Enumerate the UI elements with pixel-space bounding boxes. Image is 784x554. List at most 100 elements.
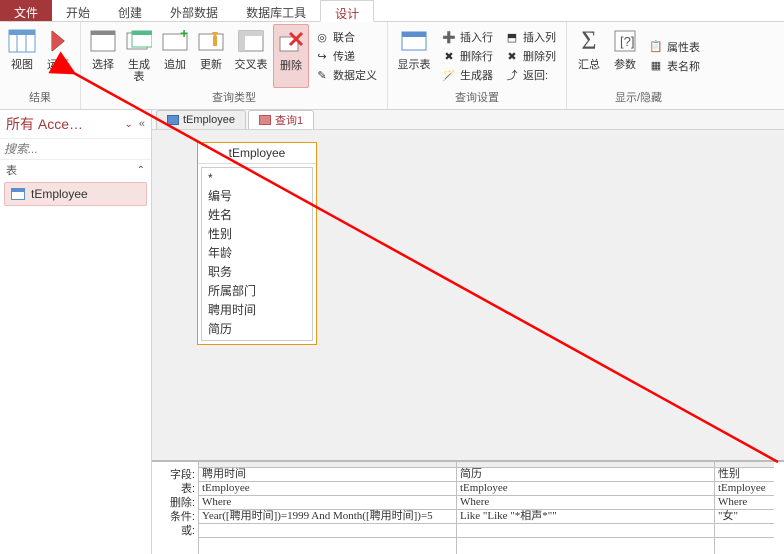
row-label-field: 字段:	[152, 468, 198, 482]
document-tabs: tEmployee 查询1	[152, 110, 784, 130]
svg-text:+: +	[180, 30, 188, 41]
group-qsetup-label: 查询设置	[392, 88, 562, 107]
run-label: 运行	[47, 59, 69, 71]
passthrough-button[interactable]: ↪传递	[315, 48, 377, 64]
tab-home[interactable]: 开始	[52, 0, 104, 21]
ribbon-tabs: 文件 开始 创建 外部数据 数据库工具 设计	[0, 0, 784, 22]
cell-table[interactable]: tEmployee	[457, 482, 714, 496]
tab-dbtools[interactable]: 数据库工具	[232, 0, 320, 21]
deletecol-button[interactable]: ✖删除列	[505, 48, 556, 64]
propsheet-icon: 📋	[649, 40, 663, 54]
builder-button[interactable]: 🪄生成器	[442, 67, 493, 83]
showtable-button[interactable]: 显示表	[392, 24, 436, 88]
crosstab-button[interactable]: 交叉表	[229, 24, 273, 88]
cell-criteria[interactable]: Year([聘用时间])=1999 And Month([聘用时间])=5	[199, 510, 456, 524]
tab-create[interactable]: 创建	[104, 0, 156, 21]
deleterow-icon: ✖	[442, 49, 456, 63]
tab-design[interactable]: 设计	[320, 0, 374, 22]
delete-icon	[276, 27, 306, 57]
cell-table[interactable]: tEmployee	[715, 482, 774, 496]
doc-tab-query1[interactable]: 查询1	[248, 110, 314, 129]
cell-field[interactable]: 性别	[715, 468, 774, 482]
grid-col-1[interactable]: 聘用时间 tEmployee Where Year([聘用时间])=1999 A…	[198, 462, 456, 554]
field-item[interactable]: 编号	[202, 186, 312, 205]
group-results: 视图 运行 结果	[0, 22, 81, 109]
cell-delete[interactable]: Where	[715, 496, 774, 510]
field-item[interactable]: 简历	[202, 319, 312, 338]
deleterow-button[interactable]: ✖删除行	[442, 48, 493, 64]
update-icon	[196, 26, 226, 56]
view-button[interactable]: 视图	[4, 24, 40, 88]
row-label-delete: 删除:	[152, 496, 198, 510]
cell-field[interactable]: 简历	[457, 468, 714, 482]
cell-or[interactable]	[715, 524, 774, 538]
crosstab-icon	[236, 26, 266, 56]
field-item[interactable]: 年龄	[202, 243, 312, 262]
field-item[interactable]: 姓名	[202, 205, 312, 224]
doc-tab-temployee[interactable]: tEmployee	[156, 110, 246, 129]
append-button[interactable]: +追加	[157, 24, 193, 88]
cell-or[interactable]	[457, 524, 714, 538]
cell-delete[interactable]: Where	[199, 496, 456, 510]
design-upper-pane[interactable]: tEmployee * 编号 姓名 性别 年龄 职务 所属部门 聘用时间 简历	[152, 130, 784, 462]
maketable-icon	[124, 26, 154, 56]
select-query-button[interactable]: 选择	[85, 24, 121, 88]
run-button[interactable]: 运行	[40, 24, 76, 88]
tab-external[interactable]: 外部数据	[156, 0, 232, 21]
nav-section-tables[interactable]: 表⌃	[0, 160, 151, 180]
navigation-pane: 所有 Acce… ⌄ « 🔍 表⌃ tEmployee	[0, 110, 152, 554]
deletecol-icon: ✖	[505, 49, 519, 63]
propsheet-button[interactable]: 📋属性表	[649, 39, 700, 55]
fieldlist-title: tEmployee	[198, 143, 316, 164]
field-item[interactable]: 所属部门	[202, 281, 312, 300]
grid-col-2[interactable]: 简历 tEmployee Where Like "Like "*相声*""	[456, 462, 714, 554]
nav-header[interactable]: 所有 Acce… ⌄ «	[0, 110, 151, 138]
grid-col-3[interactable]: 性别 tEmployee Where "女"	[714, 462, 774, 554]
field-item[interactable]: 聘用时间	[202, 300, 312, 319]
group-querysetup: 显示表 ➕插入行 ✖删除行 🪄生成器 ⬒插入列 ✖删除列 ⤴返回: 查询设置	[388, 22, 567, 109]
tablenames-icon: ▦	[649, 59, 663, 73]
tab-file[interactable]: 文件	[0, 0, 52, 21]
showtable-icon	[399, 26, 429, 56]
field-item[interactable]: 职务	[202, 262, 312, 281]
totals-button[interactable]: Σ汇总	[571, 24, 607, 88]
ribbon-body: 视图 运行 结果 选择 生成表 +追加 更新 交叉表 删除 ◎联合 ↪传递 ✎数…	[0, 22, 784, 110]
params-icon: [?]	[610, 26, 640, 56]
cell-field[interactable]: 聘用时间	[199, 468, 456, 482]
return-icon: ⤴	[505, 68, 519, 82]
row-label-or: 或:	[152, 524, 198, 538]
query-icon	[259, 115, 271, 125]
datasheet-icon	[7, 26, 37, 56]
tablenames-button[interactable]: ▦表名称	[649, 58, 700, 74]
group-results-label: 结果	[4, 88, 76, 107]
cell-criteria[interactable]: "女"	[715, 510, 774, 524]
insertrow-button[interactable]: ➕插入行	[442, 29, 493, 45]
maketable-button[interactable]: 生成表	[121, 24, 157, 88]
collapse-icon[interactable]: «	[139, 118, 145, 130]
field-item[interactable]: *	[202, 170, 312, 186]
union-button[interactable]: ◎联合	[315, 29, 377, 45]
insertcol-button[interactable]: ⬒插入列	[505, 29, 556, 45]
table-fieldlist-temployee[interactable]: tEmployee * 编号 姓名 性别 年龄 职务 所属部门 聘用时间 简历	[197, 142, 317, 345]
update-button[interactable]: 更新	[193, 24, 229, 88]
insertrow-icon: ➕	[442, 30, 456, 44]
cell-or[interactable]	[199, 524, 456, 538]
builder-icon: 🪄	[442, 68, 456, 82]
return-button[interactable]: ⤴返回:	[505, 67, 556, 83]
delete-query-button[interactable]: 删除	[273, 24, 309, 88]
cell-criteria[interactable]: Like "Like "*相声*""	[457, 510, 714, 524]
nav-title: 所有 Acce…	[6, 114, 83, 134]
table-icon	[167, 115, 179, 125]
chevron-down-icon: ⌄	[124, 119, 132, 130]
cell-table[interactable]: tEmployee	[199, 482, 456, 496]
cell-delete[interactable]: Where	[457, 496, 714, 510]
group-showhide-label: 显示/隐藏	[571, 88, 706, 107]
group-querytype: 选择 生成表 +追加 更新 交叉表 删除 ◎联合 ↪传递 ✎数据定义 查询类型	[81, 22, 388, 109]
datadef-button[interactable]: ✎数据定义	[315, 67, 377, 83]
row-label-table: 表:	[152, 482, 198, 496]
nav-item-temployee[interactable]: tEmployee	[4, 182, 147, 206]
search-input[interactable]	[4, 142, 161, 156]
field-item[interactable]: 性别	[202, 224, 312, 243]
params-button[interactable]: [?]参数	[607, 24, 643, 88]
nav-search: 🔍	[0, 138, 151, 160]
